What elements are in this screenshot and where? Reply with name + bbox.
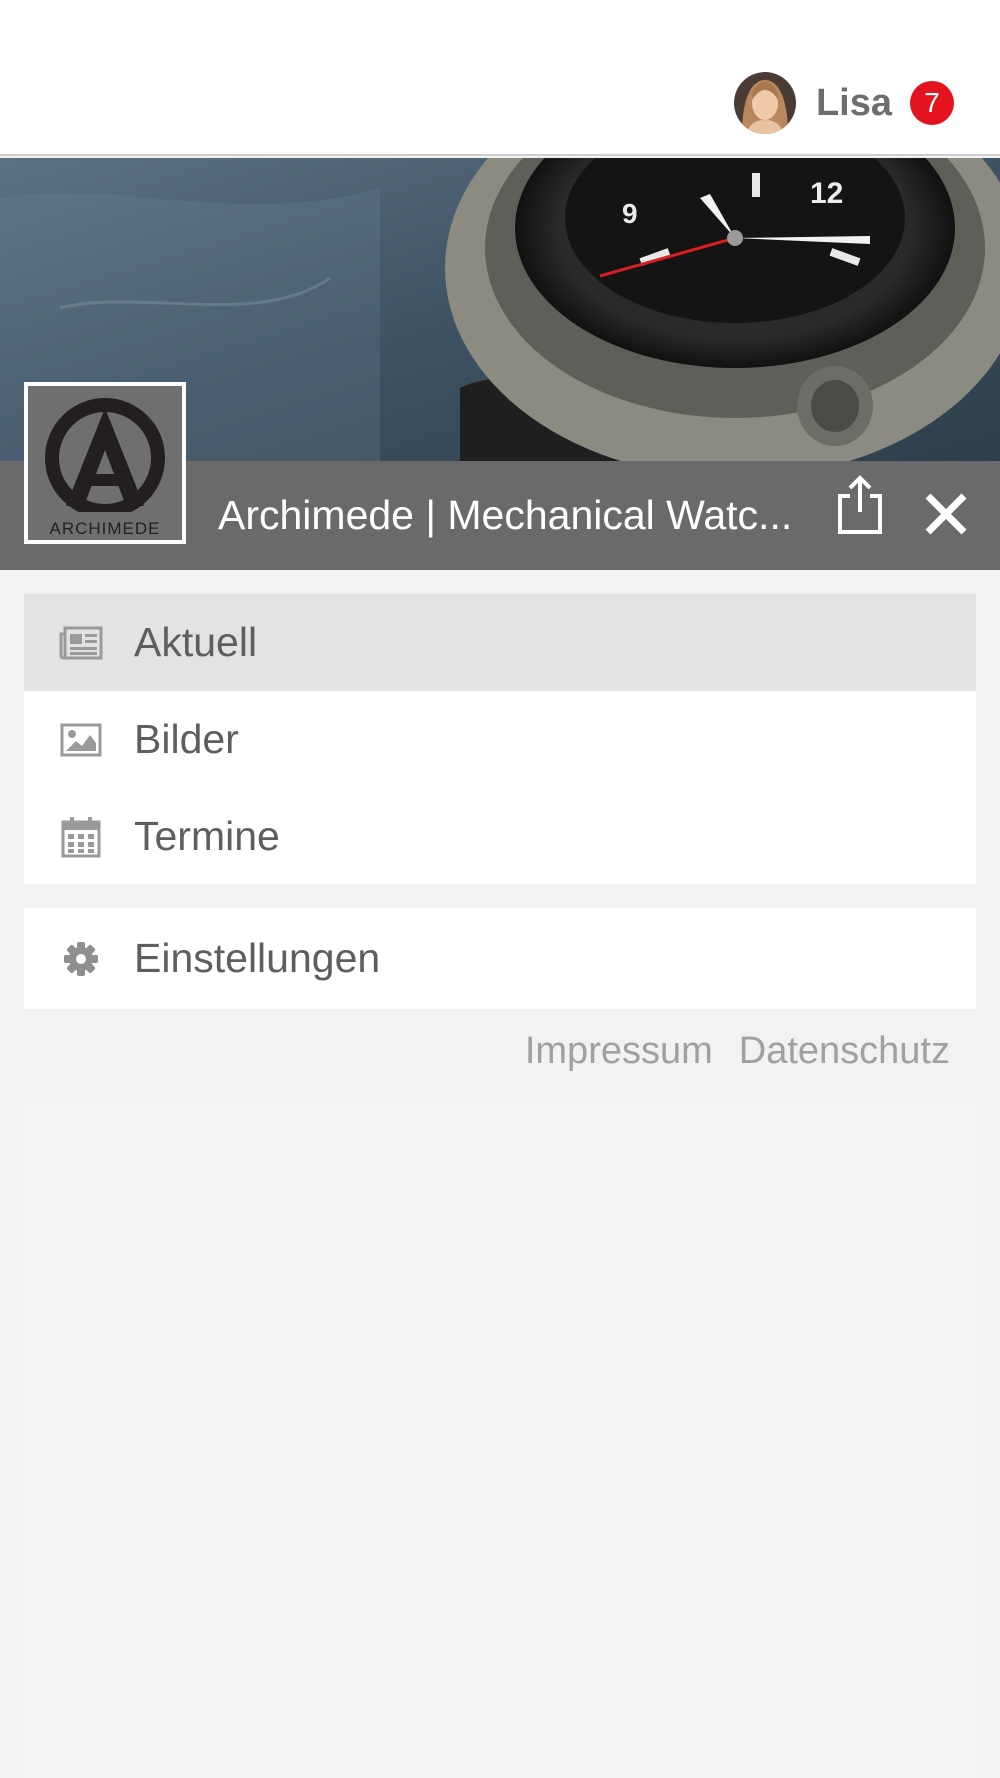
share-icon (838, 475, 882, 534)
settings-menu: Einstellungen (24, 908, 976, 1009)
menu-item-label: Bilder (134, 716, 239, 762)
svg-text:12: 12 (810, 177, 843, 210)
top-bar: Lisa 7 (0, 0, 1000, 156)
image-icon (58, 717, 104, 763)
content-placeholder (24, 1104, 976, 1778)
user-profile[interactable]: Lisa 7 (733, 72, 954, 134)
impressum-link[interactable]: Impressum (525, 1030, 713, 1073)
brand-logo: ARCHIMEDE (24, 382, 186, 544)
close-icon (925, 493, 967, 535)
menu-item-label: Termine (134, 813, 280, 859)
gear-icon (58, 936, 104, 982)
newspaper-icon (58, 620, 104, 666)
menu-item-termine[interactable]: Termine (24, 788, 976, 885)
menu-item-label: Einstellungen (134, 935, 381, 981)
svg-text:9: 9 (622, 198, 638, 229)
close-button[interactable] (920, 488, 972, 540)
page-title: Archimede | Mechanical Watc... (218, 492, 793, 538)
calendar-icon (58, 814, 104, 860)
menu-item-label: Aktuell (134, 619, 258, 665)
menu-item-einstellungen[interactable]: Einstellungen (24, 908, 976, 1009)
share-button[interactable] (832, 472, 888, 538)
navigation-menu: Aktuell Bilder Termine (24, 594, 976, 884)
notification-badge[interactable]: 7 (910, 81, 954, 125)
user-name[interactable]: Lisa (816, 82, 892, 125)
footer-links: Impressum Datenschutz (525, 1030, 950, 1073)
menu-item-aktuell[interactable]: Aktuell (24, 594, 976, 691)
menu-item-bilder[interactable]: Bilder (24, 691, 976, 788)
logo-text: ARCHIMEDE (49, 519, 160, 538)
datenschutz-link[interactable]: Datenschutz (739, 1030, 950, 1073)
avatar[interactable] (733, 72, 796, 134)
